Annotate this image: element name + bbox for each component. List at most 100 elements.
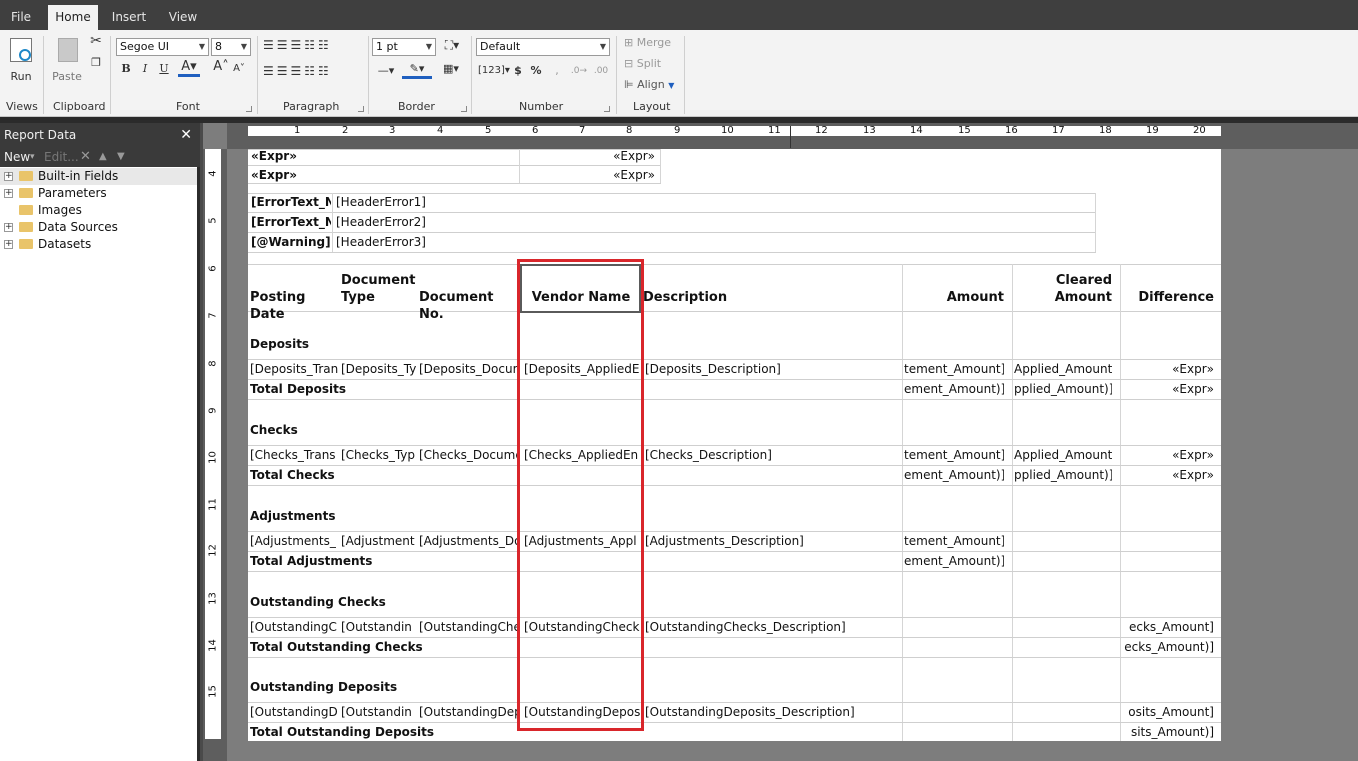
detail-cell[interactable]: [Deposits_Docum: [419, 360, 519, 378]
detail-cell[interactable]: «Expr»: [1122, 446, 1214, 464]
paragraph-launcher-icon[interactable]: [358, 106, 364, 112]
tree-item-parameters[interactable]: + Parameters: [0, 185, 197, 202]
header-difference[interactable]: Difference: [1122, 289, 1214, 306]
section-title[interactable]: Checks: [250, 421, 550, 439]
detail-cell[interactable]: «Expr»: [1122, 360, 1214, 378]
detail-cell[interactable]: [OutstandingChe: [419, 618, 519, 636]
tree-item-images[interactable]: Images: [0, 202, 197, 219]
detail-cell[interactable]: [OutstandingDep: [419, 703, 519, 721]
header-posting-date[interactable]: Posting Date: [250, 289, 338, 323]
header-document-no[interactable]: Document No.: [419, 289, 519, 323]
total-cell[interactable]: ement_Amount)]: [904, 380, 1004, 398]
detail-cell[interactable]: osits_Amount]: [1122, 703, 1214, 721]
detail-cell[interactable]: [Deposits_Ty: [341, 360, 416, 378]
expand-icon[interactable]: +: [4, 172, 13, 181]
detail-cell[interactable]: [Checks_Typ: [341, 446, 416, 464]
grow-font-icon[interactable]: A˄: [213, 60, 229, 74]
detail-cell[interactable]: [OutstandingD: [250, 703, 338, 721]
error-value[interactable]: [HeaderError3]: [336, 233, 636, 251]
move-up-icon[interactable]: ▲: [99, 147, 107, 167]
border-launcher-icon[interactable]: [461, 106, 467, 112]
decrease-decimals-icon[interactable]: .00: [592, 64, 610, 78]
tab-home[interactable]: Home: [48, 5, 98, 30]
increase-decimals-icon[interactable]: .0→: [570, 64, 588, 78]
detail-cell[interactable]: [Adjustment: [341, 532, 416, 550]
align-button[interactable]: ⊫ Align ▼: [624, 78, 684, 93]
placeholder-icon[interactable]: [123]▾: [478, 64, 510, 78]
vertical-align-icons[interactable]: ☰☰☰☷☷: [263, 38, 363, 52]
number-launcher-icon[interactable]: [604, 106, 610, 112]
detail-cell[interactable]: Applied_Amount]: [1014, 446, 1112, 464]
border-color-icon[interactable]: ✎▾: [402, 62, 432, 79]
total-cell[interactable]: pplied_Amount)]: [1014, 466, 1112, 484]
detail-cell[interactable]: tement_Amount]: [904, 360, 1004, 378]
header-description[interactable]: Description: [643, 289, 843, 306]
comma-style-icon[interactable]: ,: [552, 64, 562, 78]
font-size-select[interactable]: 8 ▼: [211, 38, 251, 56]
detail-cell[interactable]: [Adjustments_Do: [419, 532, 519, 550]
tree-item-data-sources[interactable]: + Data Sources: [0, 219, 197, 236]
total-cell[interactable]: «Expr»: [1122, 380, 1214, 398]
detail-cell[interactable]: [Deposits_Tran: [250, 360, 338, 378]
currency-icon[interactable]: $: [512, 64, 524, 78]
expand-icon[interactable]: +: [4, 223, 13, 232]
tree-item-built-in-fields[interactable]: + Built-in Fields: [0, 168, 197, 185]
total-cell[interactable]: sits_Amount)]: [1122, 723, 1214, 741]
total-cell[interactable]: ement_Amount)]: [904, 466, 1004, 484]
bold-icon[interactable]: B: [118, 62, 134, 76]
line-style-icon[interactable]: —▾: [372, 64, 400, 78]
total-cell[interactable]: ement_Amount)]: [904, 552, 1004, 570]
expr-textbox[interactable]: «Expr»: [523, 149, 655, 165]
expr-textbox[interactable]: «Expr»: [523, 166, 655, 184]
detail-cell[interactable]: [OutstandingC: [250, 618, 338, 636]
cut-icon[interactable]: ✂: [88, 34, 104, 48]
section-title[interactable]: Deposits: [250, 335, 550, 353]
header-cleared-amount[interactable]: Cleared Amount: [1014, 272, 1112, 306]
borders-icon[interactable]: ▦▾: [438, 62, 464, 76]
detail-cell[interactable]: [Checks_Trans: [250, 446, 338, 464]
tree-item-datasets[interactable]: + Datasets: [0, 236, 197, 253]
move-down-icon[interactable]: ▼: [117, 147, 125, 167]
delete-icon[interactable]: ✕: [80, 147, 91, 167]
paste-button[interactable]: Paste: [50, 36, 84, 90]
detail-cell[interactable]: [Outstandin: [341, 703, 416, 721]
new-button[interactable]: New: [4, 147, 30, 167]
detail-cell[interactable]: [Adjustments_Description]: [645, 532, 900, 550]
detail-cell[interactable]: [Adjustments_: [250, 532, 338, 550]
error-label[interactable]: [ErrorText_Nu: [251, 213, 331, 231]
detail-cell[interactable]: tement_Amount]: [904, 532, 1004, 550]
error-label[interactable]: [ErrorText_Nu: [251, 193, 331, 211]
expr-textbox[interactable]: «Expr»: [251, 166, 511, 184]
tab-view[interactable]: View: [164, 5, 202, 30]
expand-icon[interactable]: +: [4, 240, 13, 249]
run-button[interactable]: Run: [6, 36, 36, 90]
detail-cell[interactable]: [Outstandin: [341, 618, 416, 636]
percent-icon[interactable]: %: [529, 64, 543, 78]
detail-cell[interactable]: Applied_Amount]: [1014, 360, 1112, 378]
total-cell[interactable]: «Expr»: [1122, 466, 1214, 484]
error-value[interactable]: [HeaderError2]: [336, 213, 636, 231]
font-launcher-icon[interactable]: [246, 106, 252, 112]
report-body[interactable]: «Expr» «Expr» «Expr» «Expr» [ErrorText_N…: [248, 149, 1221, 741]
section-title[interactable]: Outstanding Deposits: [250, 678, 550, 696]
error-value[interactable]: [HeaderError1]: [336, 193, 636, 211]
detail-cell[interactable]: tement_Amount]: [904, 446, 1004, 464]
expr-textbox[interactable]: «Expr»: [251, 149, 511, 165]
underline-icon[interactable]: U: [157, 62, 171, 76]
italic-icon[interactable]: I: [138, 62, 152, 76]
shrink-font-icon[interactable]: A˅: [232, 62, 246, 76]
total-cell[interactable]: pplied_Amount)]: [1014, 380, 1112, 398]
fill-color-icon[interactable]: ⛶▾: [440, 38, 464, 52]
border-width-select[interactable]: 1 pt ▼: [372, 38, 436, 56]
header-document-type[interactable]: Document Type: [341, 272, 416, 306]
horizontal-align-icons[interactable]: ☰☰☰☷☷: [263, 64, 363, 78]
detail-cell[interactable]: [Checks_Description]: [645, 446, 900, 464]
merge-button[interactable]: ⊞ Merge: [624, 36, 680, 50]
font-name-select[interactable]: Segoe UI ▼: [116, 38, 209, 56]
detail-cell[interactable]: [Deposits_Description]: [645, 360, 900, 378]
font-color-icon[interactable]: A▾: [178, 60, 200, 77]
expand-icon[interactable]: +: [4, 189, 13, 198]
copy-icon[interactable]: ❐: [88, 56, 104, 70]
section-title[interactable]: Outstanding Checks: [250, 593, 550, 611]
close-icon[interactable]: ✕: [180, 123, 192, 147]
